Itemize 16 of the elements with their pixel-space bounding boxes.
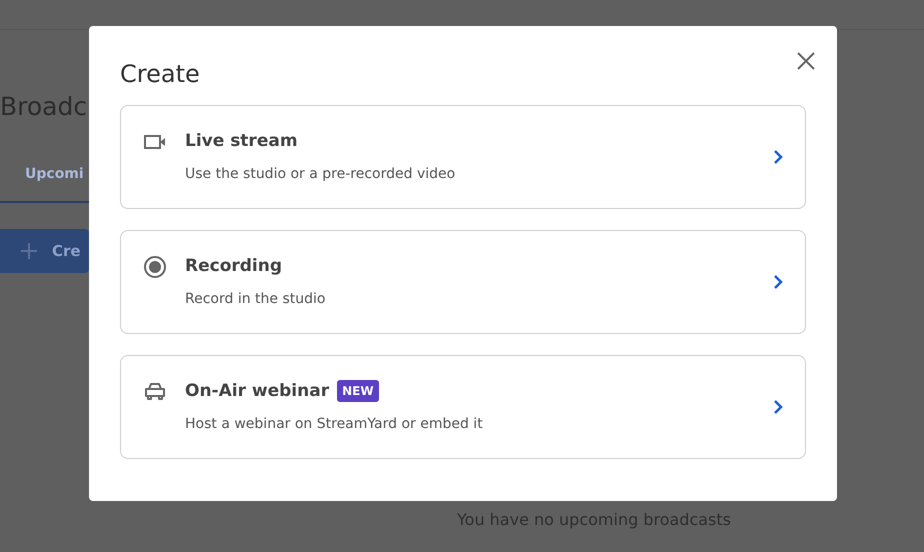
chevron-right-icon	[773, 148, 783, 165]
record-icon	[143, 254, 167, 279]
option-card[interactable]: Recording Record in the studio	[120, 230, 806, 334]
option-title: On-Air webinar	[185, 380, 330, 403]
option-description: Record in the studio	[185, 290, 326, 310]
option-title: Live stream	[185, 130, 298, 153]
new-label: NEW	[337, 380, 379, 402]
option-title: Recording	[185, 254, 282, 278]
option-description: Host a webinar on StreamYard or embed it	[185, 415, 484, 434]
option-description: Use the studio or a pre-recorded video	[185, 165, 456, 184]
plus-icon	[20, 242, 38, 260]
option-card[interactable]: Live stream Use the studio or a pre-recorded video	[120, 104, 806, 209]
dialog-title: Create	[120, 60, 201, 89]
chevron-right-icon	[773, 274, 783, 290]
chevron-right-icon	[773, 398, 783, 415]
option-card[interactable]: On-Air webinar NEW Host a webinar on StreamYard or embed it	[120, 354, 806, 459]
